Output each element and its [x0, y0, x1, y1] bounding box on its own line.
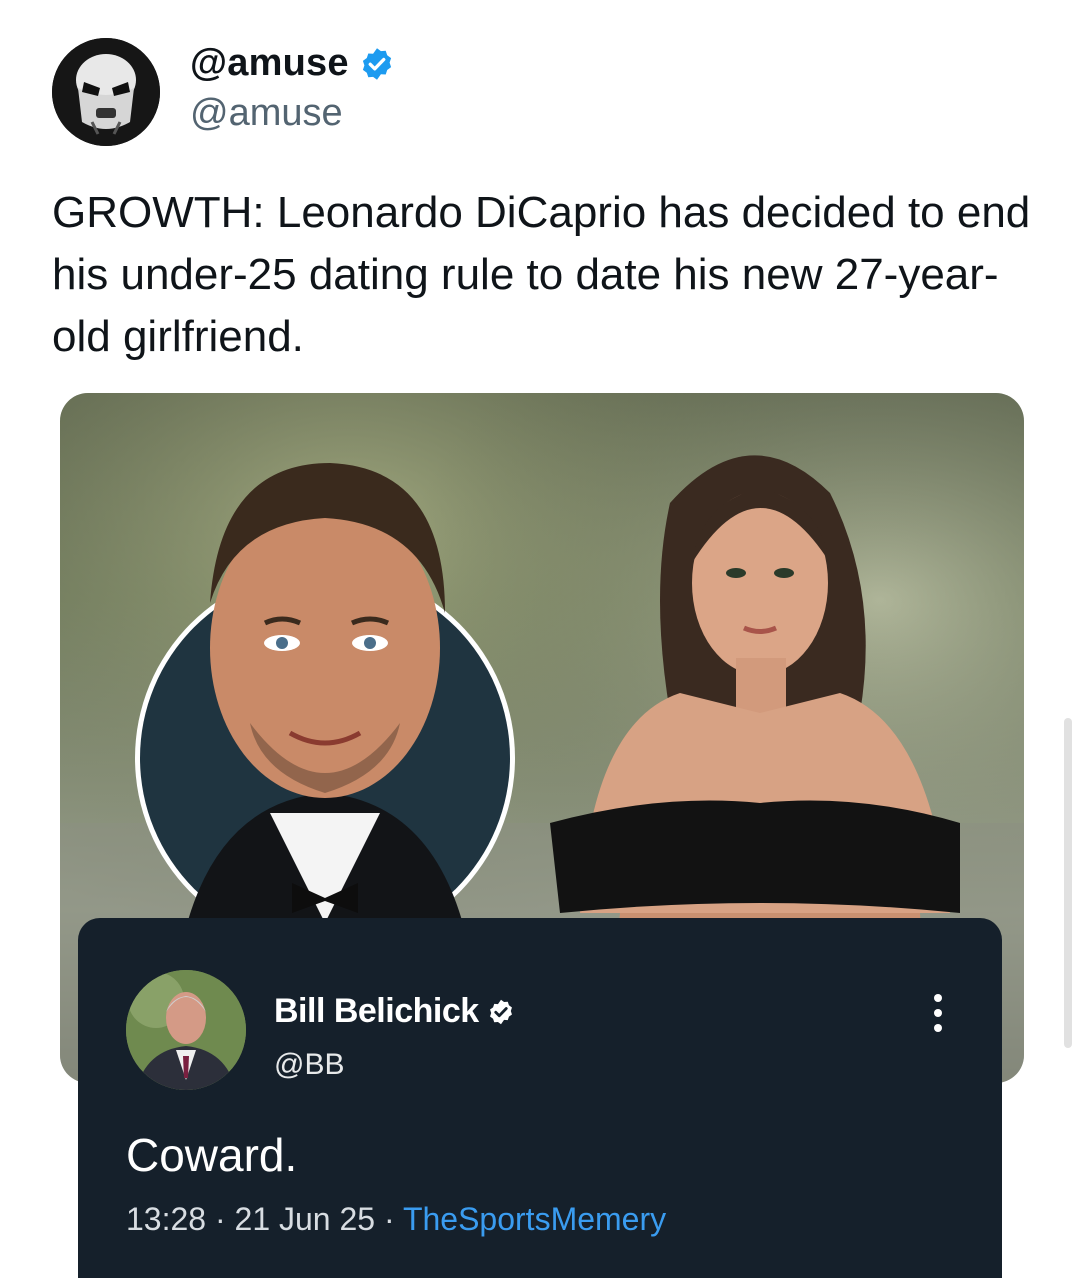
profile-avatar[interactable] [52, 38, 160, 146]
verified-badge-icon [362, 47, 391, 80]
author-name-row: @amuse [190, 42, 395, 85]
reply-avatar[interactable] [126, 970, 246, 1090]
scrollbar[interactable] [1064, 718, 1072, 1048]
reply-time[interactable]: 13:28 [126, 1201, 206, 1237]
man-in-suit-avatar-icon [126, 970, 246, 1090]
reply-display-name[interactable]: Bill Belichick [274, 992, 479, 1031]
verified-badge-icon [489, 999, 512, 1024]
reply-handle[interactable]: @BB [274, 1048, 344, 1082]
reply-name-row: Bill Belichick [274, 992, 515, 1031]
reply-tweet-card[interactable]: Bill Belichick @BB Coward. 13:28 · 21 Ju… [78, 918, 1002, 1278]
reply-date[interactable]: 21 Jun 25 [235, 1201, 376, 1237]
author-handle[interactable]: @amuse [190, 92, 343, 135]
stormtrooper-avatar-icon [52, 38, 160, 146]
reply-source-link[interactable]: TheSportsMemery [403, 1201, 666, 1237]
meta-separator: · [375, 1201, 403, 1237]
reply-text: Coward. [126, 1129, 298, 1181]
reply-meta: 13:28 · 21 Jun 25 · TheSportsMemery [126, 1201, 666, 1238]
tweet-text: GROWTH: Leonardo DiCaprio has decided to… [52, 188, 1031, 361]
meta-separator: · [206, 1201, 235, 1237]
more-vertical-icon[interactable] [928, 990, 948, 1036]
author-display-name[interactable]: @amuse [190, 42, 349, 85]
